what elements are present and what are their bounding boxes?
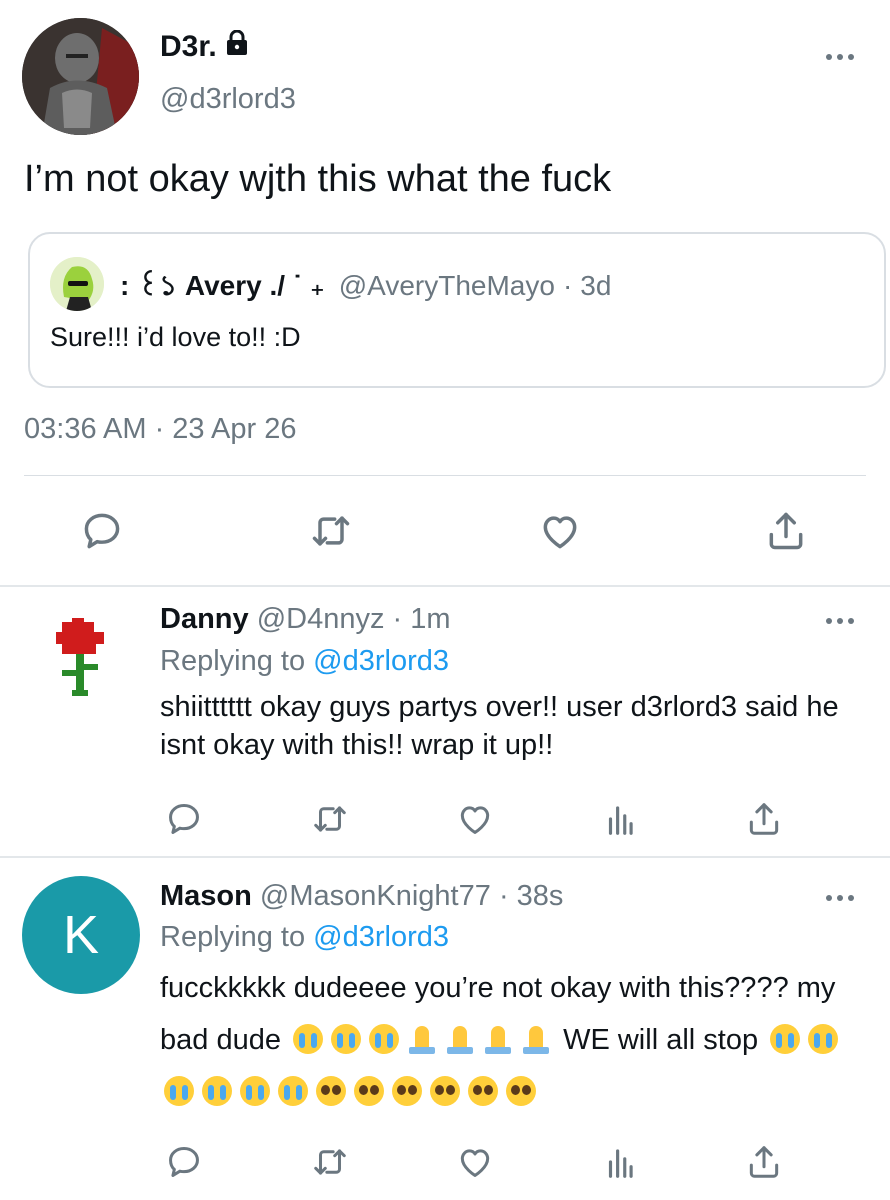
- reply-avatar[interactable]: K: [22, 876, 140, 994]
- loudly-crying-face-emoji: [808, 1024, 839, 1054]
- tweet-timestamp[interactable]: 03:36 AM · 23 Apr 26: [24, 413, 296, 446]
- analytics-icon[interactable]: [596, 1138, 644, 1186]
- avatar-letter: K: [62, 905, 100, 965]
- replying-to-prefix: Replying to: [160, 921, 306, 953]
- separator-dot: ·: [498, 880, 509, 912]
- loudly-crying-face-emoji: [770, 1024, 801, 1054]
- replying-to-link[interactable]: @d3rlord3: [313, 921, 449, 953]
- loudly-crying-face-emoji: [240, 1076, 270, 1106]
- pleading-face-emoji: [506, 1076, 536, 1106]
- share-icon[interactable]: [740, 795, 788, 843]
- section-divider: [0, 856, 890, 858]
- analytics-icon[interactable]: [596, 795, 644, 843]
- replying-to: Replying to @d3rlord3: [160, 645, 449, 678]
- reply-text: shiitttttt okay guys partys over!! user …: [160, 691, 839, 761]
- quoted-author-name: : ꒰১ Avery ./ ˙ ₊: [120, 270, 325, 301]
- loudly-crying-face-emoji: [293, 1024, 324, 1054]
- author-handle[interactable]: @d3rlord3: [160, 83, 296, 116]
- quoted-author-row: : ꒰১ Avery ./ ˙ ₊ @AveryTheMayo · 3d: [120, 264, 611, 311]
- like-icon[interactable]: [451, 1138, 499, 1186]
- pleading-face-emoji: [430, 1076, 460, 1106]
- quoted-author-handle: @AveryTheMayo: [338, 270, 555, 301]
- pleading-face-emoji: [354, 1076, 384, 1106]
- share-icon[interactable]: [762, 507, 810, 555]
- more-options-icon[interactable]: [820, 614, 860, 628]
- author-name[interactable]: D3r.: [160, 30, 217, 64]
- replying-to-link[interactable]: @d3rlord3: [313, 645, 449, 677]
- reply-age: 1m: [410, 603, 451, 635]
- author-name-row: D3r.: [160, 29, 249, 64]
- folded-hands-emoji: [521, 1024, 551, 1054]
- reply-author-handle[interactable]: @D4nnyz: [257, 603, 385, 635]
- emoji-group: [289, 1024, 555, 1056]
- reply-author-name[interactable]: Mason: [160, 880, 252, 912]
- reply-icon[interactable]: [160, 1138, 208, 1186]
- reply-author-handle[interactable]: @MasonKnight77: [260, 880, 491, 912]
- reply-avatar[interactable]: [22, 600, 140, 718]
- main-avatar[interactable]: [22, 18, 139, 135]
- folded-hands-emoji: [407, 1024, 437, 1054]
- reply-icon[interactable]: [78, 507, 126, 555]
- replying-to: Replying to @d3rlord3: [160, 921, 449, 954]
- quoted-tweet-text: Sure!!! i’d love to!! :D: [50, 322, 301, 352]
- like-icon[interactable]: [451, 795, 499, 843]
- replying-to-prefix: Replying to: [160, 645, 306, 677]
- reply-icon[interactable]: [160, 795, 208, 843]
- retweet-icon[interactable]: [307, 507, 355, 555]
- quoted-author-avatar: [50, 257, 104, 311]
- reply-author-name[interactable]: Danny: [160, 603, 249, 635]
- tweet-text: I’m not okay wjth this what the fuck: [24, 158, 612, 200]
- reply-text: fucckkkkk dudeeee you’re not okay with t…: [160, 962, 875, 1118]
- pleading-face-emoji: [316, 1076, 346, 1106]
- loudly-crying-face-emoji: [331, 1024, 362, 1054]
- reply-text-part-2: WE will all stop: [563, 1024, 759, 1056]
- pleading-face-emoji: [468, 1076, 498, 1106]
- section-divider: [0, 585, 890, 587]
- reply-age: 38s: [516, 880, 564, 912]
- loudly-crying-face-emoji: [369, 1024, 400, 1054]
- folded-hands-emoji: [445, 1024, 475, 1054]
- separator-dot: ·: [562, 270, 573, 301]
- share-icon[interactable]: [740, 1138, 788, 1186]
- pleading-face-emoji: [392, 1076, 422, 1106]
- loudly-crying-face-emoji: [278, 1076, 308, 1106]
- divider: [24, 475, 866, 476]
- retweet-icon[interactable]: [306, 1138, 354, 1186]
- separator-dot: ·: [392, 603, 403, 635]
- like-icon[interactable]: [536, 507, 584, 555]
- reply-author-row: Mason @MasonKnight77 · 38s: [160, 880, 563, 913]
- loudly-crying-face-emoji: [202, 1076, 232, 1106]
- lock-icon: [225, 29, 249, 64]
- loudly-crying-face-emoji: [164, 1076, 194, 1106]
- retweet-icon[interactable]: [306, 795, 354, 843]
- folded-hands-emoji: [483, 1024, 513, 1054]
- quoted-tweet[interactable]: : ꒰১ Avery ./ ˙ ₊ @AveryTheMayo · 3d Sur…: [28, 232, 886, 388]
- reply-author-row: Danny @D4nnyz · 1m: [160, 603, 451, 636]
- quoted-tweet-age: 3d: [580, 270, 612, 301]
- more-options-icon[interactable]: [820, 891, 860, 905]
- more-options-icon[interactable]: [820, 50, 860, 64]
